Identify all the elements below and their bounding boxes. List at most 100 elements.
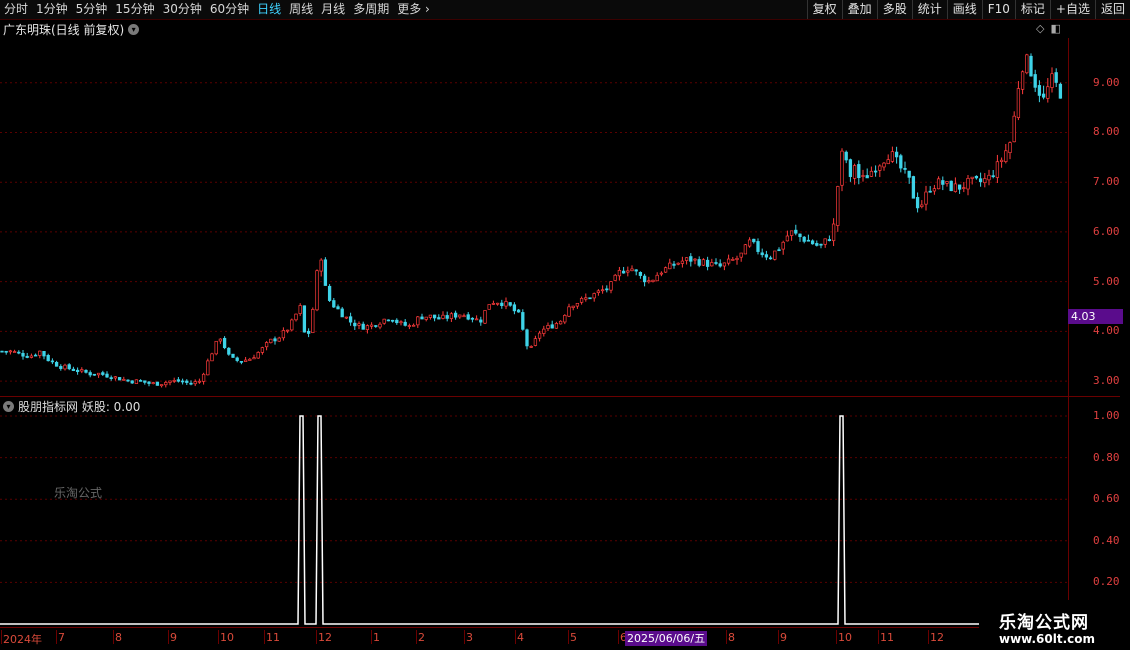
candle-body [180,380,185,383]
candle-body [718,263,722,267]
candle-body [306,330,311,334]
candle-body [21,352,25,357]
candle-body [823,238,827,245]
candlestick-chart[interactable] [0,38,1068,396]
candle-body [915,197,920,209]
candle-body [806,239,811,242]
date-tick-label: 11 [880,631,894,644]
candle-body [386,319,391,322]
date-tick-mark [464,630,465,644]
tab-period-1[interactable]: 1分钟 [32,0,72,19]
candle-body [1016,88,1021,118]
candle-body [642,275,647,283]
tab-period-3[interactable]: 15分钟 [111,0,158,19]
candle-body [357,323,361,326]
tab-period-0[interactable]: 分时 [0,0,32,19]
candle-body [105,373,109,378]
candle-body [920,204,924,207]
candle-body [655,274,659,282]
toolbar-button-5[interactable]: F10 [981,0,1015,19]
candle-body [886,159,890,165]
candle-body [554,323,559,329]
date-tick-mark [515,630,516,644]
candle-body [768,257,773,260]
candle-body [176,379,181,382]
date-tick-label: 5 [570,631,577,644]
candle-body [80,369,84,372]
candle-body [794,229,798,234]
candle-body [134,379,139,384]
candle-body [579,298,584,303]
date-tick-mark [1,630,2,644]
candle-body [12,351,17,353]
toolbar-button-7[interactable]: +自选 [1049,0,1095,19]
candle-body [911,176,916,199]
candle-body [621,270,626,274]
candle-body [231,353,235,358]
date-tick-mark [56,630,57,644]
diamond-icon[interactable]: ◇ [1036,22,1044,35]
date-tick-label: 9 [170,631,177,644]
date-tick-mark [618,630,619,644]
candle-body [159,384,164,387]
candle-body [684,257,689,261]
toolbar-button-2[interactable]: 多股 [876,0,912,19]
candle-body [113,376,118,379]
toolbar-button-0[interactable]: 复权 [806,0,842,19]
tab-period-2[interactable]: 5分钟 [72,0,112,19]
tab-period-5[interactable]: 60分钟 [206,0,253,19]
candle-body [521,312,525,330]
tab-period-6[interactable]: 日线 [253,0,285,19]
toolbar-button-4[interactable]: 画线 [946,0,982,19]
candle-body [298,305,302,314]
tab-period-4[interactable]: 30分钟 [159,0,206,19]
candle-body [802,236,806,242]
candle-body [487,304,491,310]
candle-body [533,338,538,346]
candle-body [890,151,895,162]
indicator-line [0,415,1068,625]
candle-body [701,259,706,266]
tab-period-7[interactable]: 周线 [285,0,317,19]
candle-body [659,272,664,275]
more-menu-button[interactable]: 更多 › [393,0,432,19]
toolbar-button-3[interactable]: 统计 [911,0,947,19]
candle-body [743,244,748,255]
candle-body [957,184,962,190]
candle-body [798,233,802,238]
candle-body [403,321,407,326]
toolbar-right-buttons: 复权 叠加 多股 统计 画线 F10 标记 +自选 返回 [806,0,1130,19]
candle-body [1008,142,1012,154]
date-tick-mark [778,630,779,644]
tab-period-8[interactable]: 月线 [317,0,349,19]
candle-body [857,164,861,179]
candle-body [416,316,420,326]
side-info-strip [1120,20,1130,630]
candle-body [348,316,353,323]
candle-body [197,380,202,383]
window-toggle-icon[interactable]: ◧ [1050,22,1060,35]
chevron-down-icon[interactable]: ▾ [128,23,140,35]
toolbar-button-8[interactable]: 返回 [1094,0,1130,19]
toolbar-button-6[interactable]: 标记 [1014,0,1050,19]
candle-body [369,324,374,327]
candle-body [185,380,189,383]
candle-body [537,332,542,339]
candle-body [462,315,466,318]
candle-body [453,312,458,318]
candle-body [676,262,680,265]
toolbar-button-1[interactable]: 叠加 [841,0,877,19]
indicator-chart[interactable] [0,397,1068,627]
candle-body [680,260,685,264]
candle-body [563,315,567,323]
candle-body [932,188,937,192]
tab-period-9[interactable]: 多周期 [349,0,393,19]
candle-body [773,250,777,260]
candle-body [647,280,651,283]
candle-body [924,191,928,205]
candle-body [424,316,428,320]
candle-body [546,324,550,329]
candle-body [592,293,596,299]
candle-body [285,329,290,332]
candle-body [491,303,496,305]
